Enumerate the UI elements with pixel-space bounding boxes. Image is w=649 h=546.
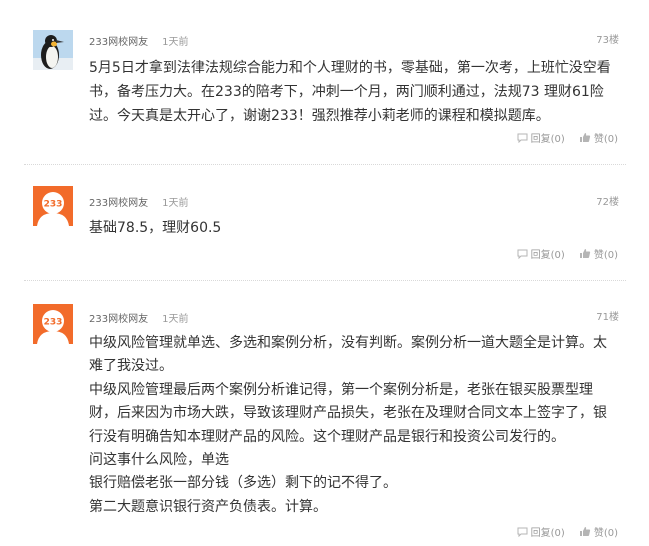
svg-text:233: 233 [44,318,63,328]
comment-line: 问这事什么风险，单选 [89,452,229,469]
comment-line: 银行赔偿老张一部分钱（多选）剩下的记不得了。 [89,475,397,492]
username[interactable]: 233网校网友 [89,314,148,325]
avatar[interactable]: 233 [33,186,73,226]
reply-button[interactable]: 回复(0) [517,524,565,539]
comment-body: 5月5日才拿到法律法规综合能力和个人理财的书，零基础，第一次考，上班忙没空看 书… [89,56,617,128]
comment-meta: 233网校网友 1天前 [89,310,188,325]
comment-line: 难了我没过。 [89,358,173,375]
reply-button[interactable]: 回复(0) [517,130,565,145]
comment-body: 基础78.5，理财60.5 [89,216,617,240]
comment-line: 5月5日才拿到法律法规综合能力和个人理财的书，零基础，第一次考，上班忙没空看 [89,60,611,76]
comment-item: 233 233网校网友 1天前 72楼 基础78.5，理财60.5 回复(0) 赞… [0,166,649,266]
reply-icon [517,133,528,143]
floor-number: 73楼 [596,35,619,46]
avatar[interactable]: 233 [33,304,73,344]
comment-line: 基础78.5，理财60.5 [89,220,222,236]
like-label: 赞(0) [593,250,618,261]
comment-line: 过。今天真是太开心了，谢谢233！强烈推荐小莉老师的课程和模拟题库。 [89,108,550,124]
reply-icon [517,249,528,259]
reply-label: 回复(0) [530,134,565,145]
like-button[interactable]: 赞(0) [579,246,618,261]
comment-time: 1天前 [162,198,189,209]
divider [24,280,626,281]
username[interactable]: 233网校网友 [89,198,148,209]
like-label: 赞(0) [593,134,618,145]
reply-label: 回复(0) [530,528,565,539]
reply-icon [517,527,528,537]
like-button[interactable]: 赞(0) [579,524,618,539]
divider [24,164,626,165]
comment-item: 233 233网校网友 1天前 71楼 中级风险管理就单选、多选和案例分析，没有判… [0,282,649,546]
comment-line: 财，后来因为市场大跌，导致该理财产品损失，老张在及理财合同文本上签字了，银 [89,405,607,422]
comment-meta: 233网校网友 1天前 [89,33,188,48]
reply-button[interactable]: 回复(0) [517,246,565,261]
floor-number: 71楼 [596,312,619,323]
comment-line: 行没有明确告知本理财产品的风险。这个理财产品是银行和投资公司发行的。 [89,428,565,445]
comment-time: 1天前 [162,314,189,325]
reply-label: 回复(0) [530,250,565,261]
comment-item: 233网校网友 1天前 73楼 5月5日才拿到法律法规综合能力和个人理财的书，零基… [0,0,649,162]
233-logo-icon: 233 [33,304,73,344]
svg-text:233: 233 [44,200,63,210]
comment-line: 第二大题意识银行资产负债表。计算。 [89,498,327,515]
comment-meta: 233网校网友 1天前 [89,194,188,209]
233-logo-icon: 233 [33,186,73,226]
comment-actions: 回复(0) 赞(0) [517,130,618,145]
comment-line: 中级风险管理就单选、多选和案例分析，没有判断。案例分析一道大题全是计算。太 [89,335,607,351]
floor-number: 72楼 [596,197,619,208]
thumbs-up-icon [579,249,590,258]
comment-line: 中级风险管理最后两个案例分析谁记得，第一个案例分析是，老张在银买股票型理 [89,381,593,398]
username[interactable]: 233网校网友 [89,37,148,48]
comment-line: 书，备考压力大。在233的陪考下，冲刺一个月，两门顺利通过，法规73 理财61险 [89,84,604,100]
comment-body: 中级风险管理就单选、多选和案例分析，没有判断。案例分析一道大题全是计算。太 难了… [89,332,617,519]
penguin-icon [33,30,73,70]
comment-time: 1天前 [162,37,189,48]
like-button[interactable]: 赞(0) [579,130,618,145]
like-label: 赞(0) [593,528,618,539]
comment-actions: 回复(0) 赞(0) [517,524,618,539]
thumbs-up-icon [579,133,590,142]
comment-actions: 回复(0) 赞(0) [517,246,618,261]
avatar[interactable] [33,30,73,70]
thumbs-up-icon [579,527,590,536]
